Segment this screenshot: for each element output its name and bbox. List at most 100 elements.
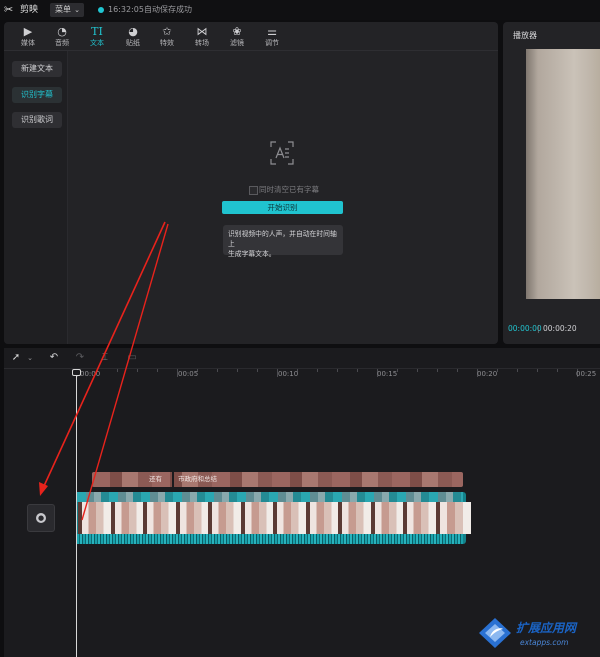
video-clip-header [77, 492, 463, 502]
ruler-tick [457, 369, 458, 372]
video-thumbnail-edge [175, 502, 180, 534]
tool-dropdown-icon[interactable]: ⌄ [24, 352, 36, 364]
ruler-tick [257, 369, 258, 372]
cover-icon: ● [36, 513, 46, 523]
video-thumbnail-edge [110, 502, 115, 534]
playhead[interactable] [76, 371, 77, 657]
video-thumbnail-edge [240, 502, 245, 534]
recognize-text-icon [270, 141, 294, 165]
recognize-lyrics-button[interactable]: 识别歌词 [12, 112, 62, 128]
clear-subtitles-checkbox[interactable] [249, 186, 258, 195]
video-thumbnail [341, 502, 371, 534]
video-thumbnail-edge [78, 502, 82, 534]
title-bar [0, 0, 600, 20]
delete-icon[interactable]: ▭ [126, 352, 138, 364]
text-icon: TI [91, 25, 103, 38]
tab-filter[interactable]: ❀ 滤镜 [221, 22, 253, 50]
video-thumbnail-edge [338, 502, 342, 534]
timeline-toolbar [4, 348, 600, 369]
video-thumbnail-edge [305, 502, 310, 534]
tab-audio[interactable]: ◔ 音频 [46, 22, 78, 50]
tab-effects[interactable]: ✩ 特效 [151, 22, 183, 50]
save-status: 自动保存成功 [144, 5, 192, 14]
ruler-tick [557, 369, 558, 372]
video-thumbnail-edge [370, 502, 375, 534]
video-thumbnail [373, 502, 404, 534]
time-ruler[interactable] [77, 369, 600, 381]
menu-button[interactable]: 菜单 ⌄ [50, 3, 84, 17]
player-preview-shadow [526, 49, 538, 299]
ruler-label: 00:15 [377, 370, 398, 378]
effects-icon: ✩ [162, 25, 172, 38]
ruler-label: 00:05 [178, 370, 199, 378]
ruler-label: 00:10 [278, 370, 299, 378]
video-thumbnail [81, 502, 111, 534]
video-thumbnail [438, 502, 471, 534]
start-recognize-button[interactable]: 开始识别 [222, 201, 343, 214]
tooltip-line-1: 识别视频中的人声，并自动在时间轴上 [228, 230, 337, 248]
subtitle-clip-text: 还有 [149, 475, 162, 483]
ruler-label: 00:00 [80, 370, 101, 378]
time-separator: | [537, 324, 540, 333]
chevron-down-icon: ⌄ [74, 6, 80, 14]
ruler-tick [137, 369, 138, 372]
watermark-url: extapps.com [520, 638, 569, 647]
ruler-tick [357, 369, 358, 372]
video-thumbnail-edge [143, 502, 147, 534]
subtitle-clip[interactable] [92, 472, 463, 487]
video-thumbnail [308, 502, 339, 534]
video-thumbnail-edge [435, 502, 440, 534]
watermark-name: 扩展应用网 [516, 621, 577, 635]
ruler-tick [217, 369, 218, 372]
tab-media[interactable]: ▶ 媒体 [12, 22, 44, 50]
ruler-tick [537, 369, 538, 372]
clear-subtitles-label: 同时清空已有字幕 [259, 185, 319, 194]
video-thumbnail [211, 502, 241, 534]
watermark-logo-icon [479, 618, 511, 648]
app-logo-icon: ✂ [4, 3, 14, 16]
video-thumbnail-edge [208, 502, 212, 534]
video-thumbnail [243, 502, 274, 534]
player-title: 播放器 [513, 31, 537, 40]
tab-transition[interactable]: ⋈ 转场 [186, 22, 218, 50]
subtitle-clip-text: 市政府和总结 [178, 475, 217, 483]
audio-waveform [77, 534, 463, 544]
menu-label: 菜单 [55, 5, 71, 14]
subtitle-clip-divider [172, 472, 174, 487]
ruler-tick [117, 369, 118, 372]
transition-icon: ⋈ [196, 25, 208, 38]
ruler-tick [337, 369, 338, 372]
ruler-label: 00:20 [477, 370, 498, 378]
app-name: 剪映 [20, 5, 39, 15]
recognize-area [68, 51, 498, 344]
ruler-tick [437, 369, 438, 372]
undo-icon[interactable]: ↶ [48, 352, 60, 364]
video-thumbnail [113, 502, 144, 534]
total-time: 00:00:20 [543, 324, 577, 333]
tab-sticker[interactable]: ◕ 贴纸 [117, 22, 149, 50]
playhead-handle[interactable] [72, 369, 81, 376]
filter-icon: ❀ [232, 25, 242, 38]
video-thumbnail [146, 502, 176, 534]
save-status-icon [98, 7, 104, 13]
new-text-button[interactable]: 新建文本 [12, 61, 62, 77]
tab-text[interactable]: TI 文本 [81, 22, 113, 50]
select-tool-icon[interactable]: ➚ [10, 352, 22, 364]
video-thumbnail [406, 502, 436, 534]
video-thumbnail-edge [273, 502, 277, 534]
media-icon: ▶ [23, 25, 33, 38]
tooltip-line-2: 生成字幕文本。 [228, 250, 276, 258]
split-icon[interactable]: ⌶ [99, 352, 111, 364]
ruler-tick [517, 369, 518, 372]
video-thumbnail [178, 502, 209, 534]
ruler-tick [157, 369, 158, 372]
category-tabbar: ▶ 媒体 ◔ 音频 TI 文本 ◕ 贴纸 ✩ 特效 ⋈ 转场 ❀ 滤镜 ⚌ 调节 [4, 22, 498, 51]
redo-icon[interactable]: ↷ [74, 352, 86, 364]
ruler-tick [317, 369, 318, 372]
recognize-subtitles-button[interactable]: 识别字幕 [12, 87, 62, 103]
ruler-tick [237, 369, 238, 372]
adjust-icon: ⚌ [267, 25, 277, 38]
tab-adjust[interactable]: ⚌ 调节 [256, 22, 288, 50]
ruler-label: 00:25 [576, 370, 597, 378]
ruler-tick [417, 369, 418, 372]
